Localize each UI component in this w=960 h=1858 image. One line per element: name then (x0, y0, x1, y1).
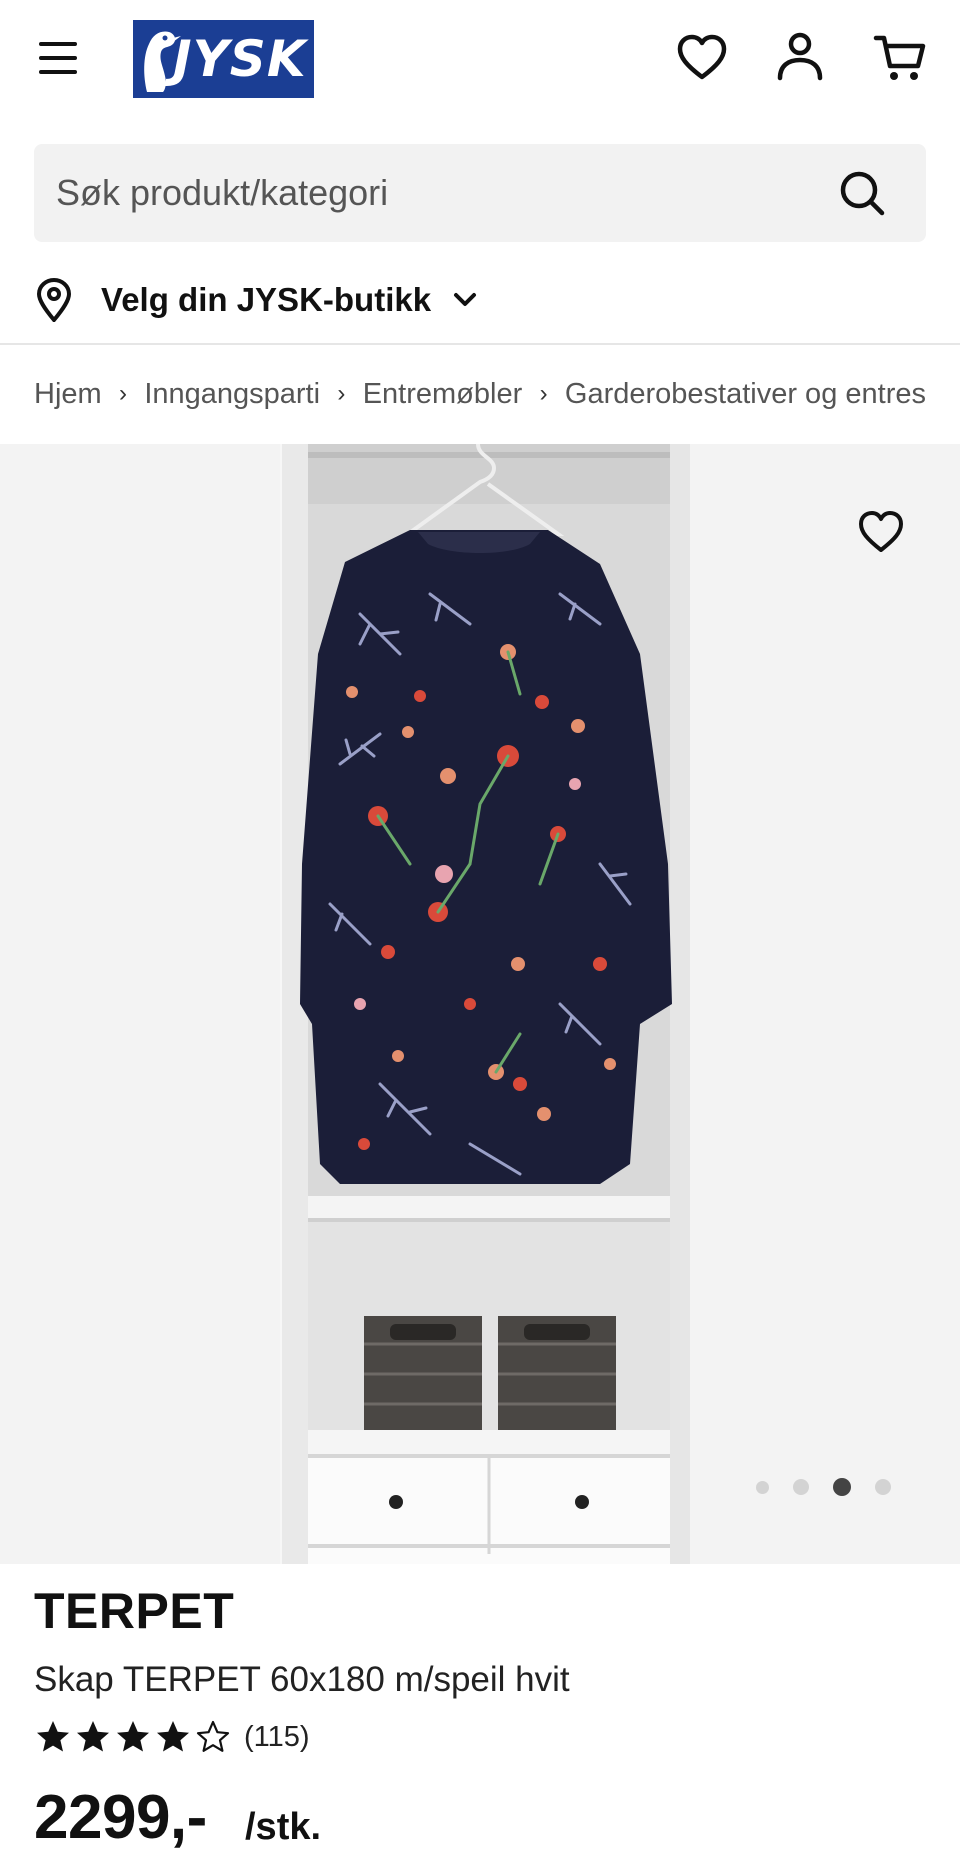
store-label: Velg din JYSK-butikk (101, 281, 432, 318)
breadcrumb-separator: › (337, 380, 346, 407)
user-icon[interactable] (772, 30, 828, 86)
product-image (280, 444, 690, 1564)
gallery-dot[interactable] (875, 1479, 891, 1495)
star-filled-icon (37, 1721, 69, 1752)
logo-text: JYSK (173, 30, 307, 88)
search-input[interactable] (56, 168, 816, 218)
gallery-dot[interactable] (756, 1480, 769, 1494)
product-image-gallery[interactable] (0, 444, 960, 1564)
heart-icon[interactable] (674, 30, 730, 86)
breadcrumb-separator: › (118, 380, 127, 407)
breadcrumb-item-entremobler[interactable]: Entremøbler (363, 378, 523, 411)
store-selector[interactable]: Velg din JYSK-butikk (34, 272, 479, 328)
product-rating[interactable]: (115) (34, 1718, 310, 1756)
search-bar (34, 144, 926, 242)
location-pin-icon (36, 278, 72, 322)
chevron-down-icon (454, 293, 477, 306)
product-name: Skap TERPET 60x180 m/speil hvit (34, 1660, 570, 1699)
star-filled-icon (77, 1721, 109, 1752)
star-empty-icon (196, 1720, 230, 1752)
header: JYSK (0, 0, 960, 120)
breadcrumb-item-home[interactable]: Hjem (34, 378, 102, 411)
gallery-dot-active[interactable] (833, 1478, 851, 1496)
price-unit: /stk. (245, 1806, 322, 1848)
gallery-pagination (756, 1478, 915, 1496)
search-icon[interactable] (838, 169, 886, 217)
breadcrumb: Hjem › Inngangsparti › Entremøbler › Gar… (34, 374, 926, 414)
cart-icon[interactable] (872, 30, 928, 86)
product-price: 2299,- (34, 1783, 207, 1852)
divider (0, 343, 960, 345)
review-count[interactable]: (115) (244, 1721, 310, 1754)
star-filled-icon (157, 1721, 189, 1752)
product-brand: TERPET (34, 1583, 235, 1639)
breadcrumb-item-garderobestativer[interactable]: Garderobestativer og entres (565, 378, 926, 411)
breadcrumb-separator: › (539, 380, 548, 407)
menu-icon[interactable] (36, 38, 82, 78)
favorite-heart-icon[interactable] (856, 508, 906, 556)
breadcrumb-item-inngangsparti[interactable]: Inngangsparti (144, 378, 320, 411)
jysk-logo[interactable]: JYSK (133, 20, 314, 98)
star-filled-icon (117, 1721, 149, 1752)
gallery-dot[interactable] (793, 1479, 809, 1495)
